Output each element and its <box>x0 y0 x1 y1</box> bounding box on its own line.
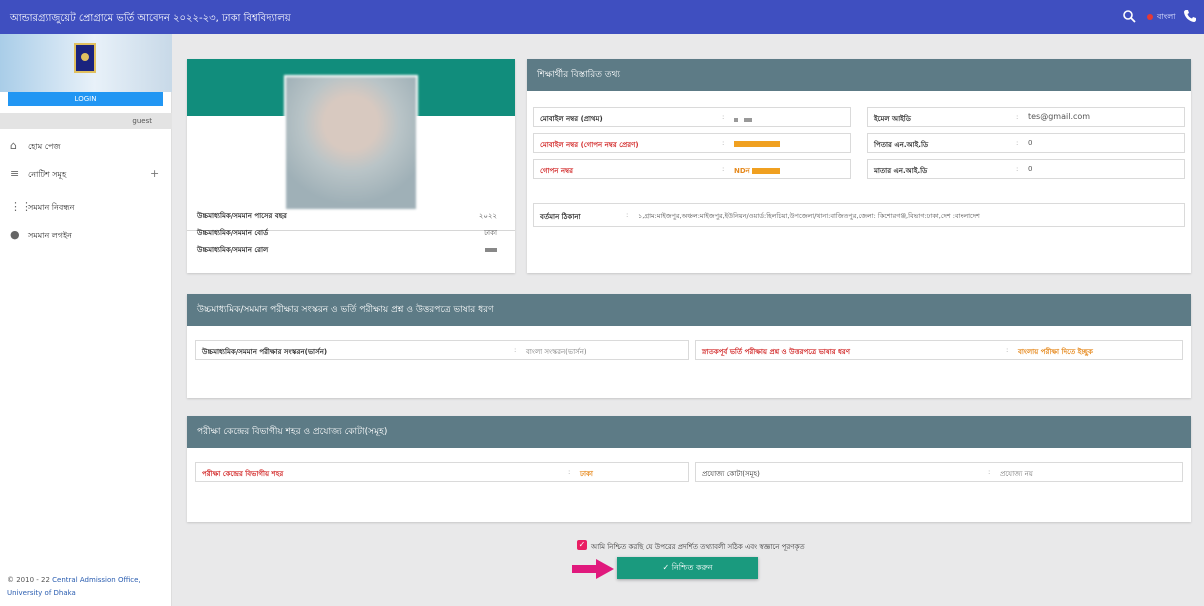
user-label: guest <box>0 113 172 129</box>
confirm-button[interactable]: ✓ নিশ্চিত করুন <box>617 557 758 579</box>
father-nid-field: পিতার এন.আই.ডি : 0 <box>867 133 1185 153</box>
exam-version-field: উচ্চমাধ্যমিক/সমমান পরীক্ষার সংস্করন(ভার্… <box>195 340 689 360</box>
sidebar-item-equivalent-login[interactable]: ● সমমান লগইন <box>0 225 172 245</box>
flag-icon <box>1147 13 1153 20</box>
arrow-right-icon <box>572 559 614 579</box>
sidebar-item-notices[interactable]: ≡ নোটিশ সমূহ + <box>0 164 172 184</box>
language-section-card: উচ্চমাধ্যমিক/সমমান পরীক্ষার সংস্করন ও ভর… <box>187 294 1191 398</box>
top-bar: আন্ডারগ্র্যাজুয়েট প্রোগ্রামে ভর্তি আবেদ… <box>0 0 1204 34</box>
secret-number-field: গোপন নম্বর : NDন <box>533 159 851 179</box>
university-logo-icon <box>74 43 96 73</box>
mother-nid-field: মাতার এন.আই.ডি : 0 <box>867 159 1185 179</box>
search-icon[interactable] <box>1122 9 1136 23</box>
mobile-primary-field: মোবাইল নম্বর (প্রাথম) : <box>533 107 851 127</box>
grid-icon: ⋮⋮ <box>10 200 32 213</box>
profile-card: উচ্চমাধ্যমিক/সমমান পাসের বছর ২০২২ উচ্চমা… <box>187 59 515 273</box>
language-switch[interactable]: বাংলা <box>1147 11 1176 24</box>
student-photo <box>284 75 418 211</box>
mobile-secret-field: মোবাইল নম্বর (গোপন নম্বর প্রেরণ) : <box>533 133 851 153</box>
phone-icon[interactable] <box>1183 9 1197 23</box>
exam-language-field: স্নাতকপূর্ব ভর্তি পরীক্ষায় প্রশ্ন ও উত্… <box>695 340 1183 360</box>
user-icon: ● <box>10 228 20 241</box>
exam-center-card: পরীক্ষা কেন্দ্রের বিভাগীয় শহর ও প্রযোজ্… <box>187 416 1191 522</box>
page-title: আন্ডারগ্র্যাজুয়েট প্রোগ্রামে ভর্তি আবেদ… <box>10 13 291 24</box>
list-icon: ≡ <box>10 167 20 180</box>
expand-icon[interactable]: + <box>150 167 159 180</box>
student-info-card: শিক্ষার্থীর বিস্তারিত তথ্য মোবাইল নম্বর … <box>527 59 1191 273</box>
exam-center-heading: পরীক্ষা কেন্দ্রের বিভাগীয় শহর ও প্রযোজ্… <box>187 416 1191 448</box>
sidebar-banner <box>0 34 172 92</box>
exam-city-field: পরীক্ষা কেন্দ্রের বিভাগীয় শহর : ঢাকা <box>195 462 689 482</box>
student-info-heading: শিক্ষার্থীর বিস্তারিত তথ্য <box>527 59 1191 91</box>
profile-row-year: উচ্চমাধ্যমিক/সমমান পাসের বছর ২০২২ <box>197 212 497 220</box>
home-icon: ⌂ <box>10 139 17 152</box>
confirm-checkbox[interactable]: ✓ <box>577 540 587 550</box>
login-button[interactable]: LOGIN <box>8 92 163 106</box>
sidebar-item-home[interactable]: ⌂ হোম পেজ <box>0 136 172 156</box>
sidebar: LOGIN guest ⌂ হোম পেজ ≡ নোটিশ সমূহ + ⋮⋮ … <box>0 34 172 606</box>
address-field: বর্তমান ঠিকানা : ১,গ্রাম:মাইজপুর,অঞ্চল:ম… <box>533 203 1185 227</box>
email-field: ইমেল আইডি : tes@gmail.com <box>867 107 1185 127</box>
sidebar-item-equivalent-registration[interactable]: ⋮⋮ সমমান নিবন্ধন <box>0 197 172 217</box>
quota-field: প্রযোজ্য কোটা(সমূহ) : প্রযোজ্য নয় <box>695 462 1183 482</box>
sidebar-footer: © 2010 - 22 Central Admission Office, Un… <box>7 576 141 597</box>
footer-link[interactable]: Central Admission Office, <box>52 576 140 584</box>
profile-row-board: উচ্চমাধ্যমিক/সমমান বোর্ড ঢাকা <box>197 229 497 237</box>
language-section-heading: উচ্চমাধ্যমিক/সমমান পরীক্ষার সংস্করন ও ভর… <box>187 294 1191 326</box>
redacted-value <box>485 248 497 252</box>
profile-row-roll: উচ্চমাধ্যমিক/সমমান রোল <box>197 244 497 257</box>
